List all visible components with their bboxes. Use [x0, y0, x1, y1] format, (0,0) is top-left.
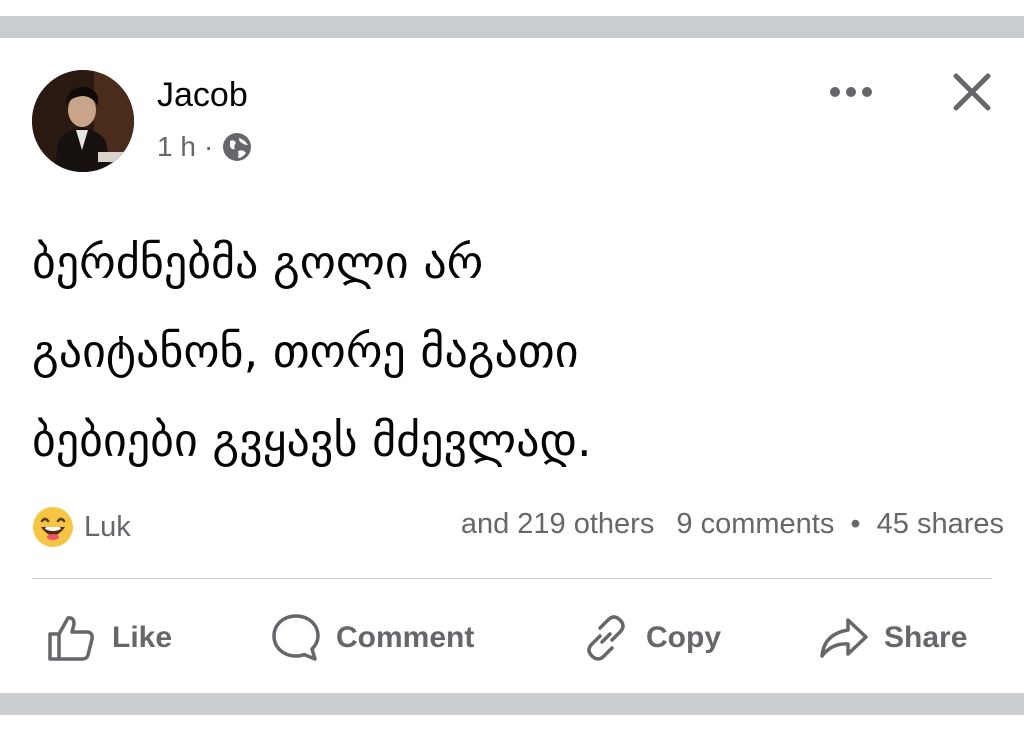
- divider: [32, 578, 992, 579]
- laughing-emoji-icon: [33, 507, 73, 547]
- shares-count[interactable]: 45 shares: [877, 508, 1004, 540]
- thumbs-up-icon: [48, 616, 94, 661]
- comments-count[interactable]: 9 comments: [676, 508, 834, 540]
- close-button[interactable]: [948, 68, 996, 116]
- post-text-line: გაიტანონ, თორე მაგათი: [32, 324, 579, 378]
- top-frame-bar: [0, 16, 1024, 38]
- close-icon: [953, 73, 991, 111]
- avatar[interactable]: [32, 70, 134, 172]
- like-label: Like: [112, 621, 173, 654]
- avatar-photo: [32, 70, 134, 172]
- more-dots-icon: [830, 87, 872, 97]
- post-stats: and 219 others 9 comments • 45 shares: [461, 508, 1004, 541]
- share-label: Share: [884, 621, 968, 654]
- link-icon: [587, 615, 625, 661]
- post-meta: 1 h ·: [157, 131, 253, 163]
- bottom-frame-bar: [0, 693, 1024, 715]
- comment-button[interactable]: Comment: [270, 603, 474, 673]
- author-name[interactable]: Jacob: [157, 76, 248, 115]
- copy-label: Copy: [646, 621, 721, 654]
- reaction-summary[interactable]: Luk: [32, 506, 131, 548]
- reaction-name: Luk: [84, 510, 131, 543]
- share-arrow-icon: [820, 618, 868, 658]
- post-time[interactable]: 1 h: [157, 131, 196, 163]
- post-text-line: ბერძნებმა გოლი არ: [32, 235, 484, 289]
- post-text-line: ბებიები გვყავს მძევლად.: [32, 413, 592, 467]
- comment-bubble-icon: [272, 614, 320, 661]
- share-button[interactable]: Share: [818, 603, 967, 673]
- action-bar: Like Comment Copy Share: [0, 603, 1024, 673]
- comment-label: Comment: [336, 621, 475, 654]
- globe-icon[interactable]: [221, 131, 253, 163]
- stats-bullet: •: [850, 508, 861, 540]
- meta-separator: ·: [203, 131, 214, 162]
- copy-button[interactable]: Copy: [580, 603, 721, 673]
- like-button[interactable]: Like: [46, 603, 172, 673]
- post-card: Jacob 1 h · ბერძნებმა გოლი არ გაიტანონ, …: [0, 38, 1024, 693]
- more-options-button[interactable]: [826, 74, 876, 110]
- post-text: ბერძნებმა გოლი არ გაიტანონ, თორე მაგათი …: [32, 218, 992, 485]
- reaction-others[interactable]: and 219 others: [461, 508, 654, 540]
